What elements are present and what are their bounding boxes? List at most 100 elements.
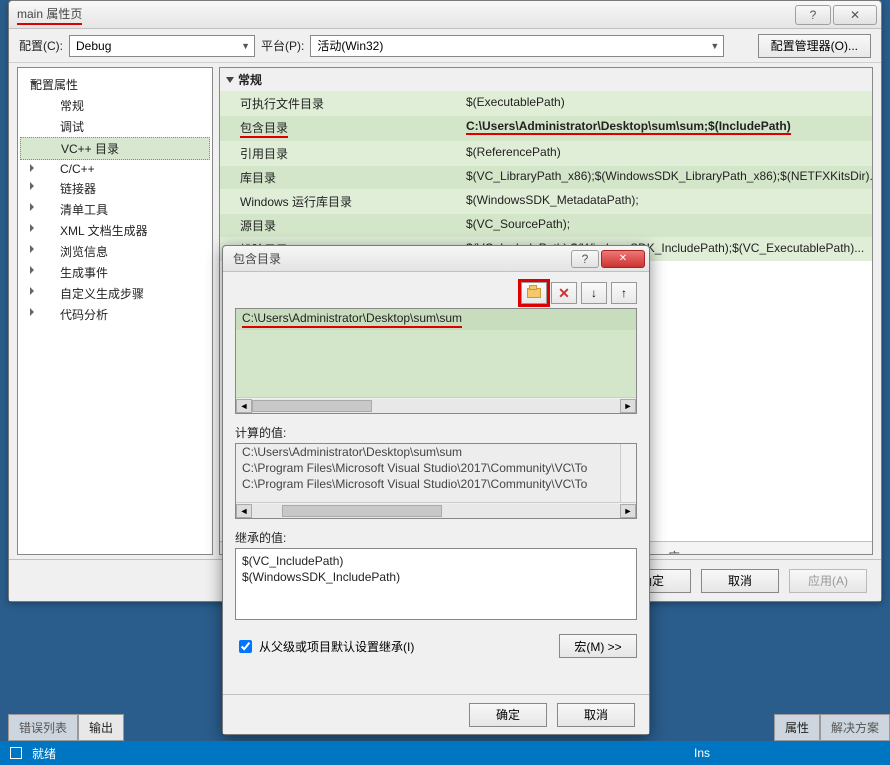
tree-item-debug[interactable]: 调试	[18, 116, 212, 137]
cancel-button[interactable]: 取消	[557, 703, 635, 727]
group-header[interactable]: 常规	[220, 68, 872, 91]
path-list-toolbar: ✕ ↓ ↑	[235, 282, 637, 304]
prop-value: C:\Users\Administrator\Desktop\sum\sum;$…	[462, 116, 872, 141]
tree-item-label: 生成事件	[60, 266, 108, 280]
platform-combo[interactable]: 活动(Win32) ▼	[310, 35, 724, 57]
prop-value: $(ReferencePath)	[462, 142, 872, 165]
tree-item-manifest[interactable]: 清单工具	[18, 199, 212, 220]
tab-error-list[interactable]: 错误列表	[8, 714, 78, 741]
scroll-left-button[interactable]: ◄	[236, 399, 252, 413]
prop-row-library-dirs[interactable]: 库目录 $(VC_LibraryPath_x86);$(WindowsSDK_L…	[220, 165, 872, 189]
scroll-thumb[interactable]	[252, 400, 372, 412]
vertical-scrollbar[interactable]	[620, 444, 636, 502]
prop-label: 包含目录	[220, 116, 462, 141]
folder-icon	[527, 288, 541, 298]
tab-output[interactable]: 输出	[78, 714, 124, 741]
prop-row-executable-dirs[interactable]: 可执行文件目录 $(ExecutablePath)	[220, 91, 872, 115]
macros-button[interactable]: 宏(M) >>	[559, 634, 637, 658]
sub-titlebar: 包含目录 ? ✕	[223, 246, 649, 272]
x-icon: ✕	[558, 285, 570, 302]
computed-row: C:\Program Files\Microsoft Visual Studio…	[236, 460, 636, 476]
titlebar-buttons: ? ✕	[795, 5, 877, 25]
prop-row-source-dirs[interactable]: 源目录 $(VC_SourcePath);	[220, 213, 872, 237]
chevron-right-icon	[30, 245, 34, 253]
tree-item-label: 浏览信息	[60, 245, 108, 259]
tree-item-browse[interactable]: 浏览信息	[18, 241, 212, 262]
platform-label: 平台(P):	[261, 37, 304, 54]
prop-label: Windows 运行库目录	[220, 190, 462, 213]
apply-button[interactable]: 应用(A)	[789, 569, 867, 593]
tree-item-cpp[interactable]: C/C++	[18, 160, 212, 178]
horizontal-scrollbar[interactable]: ◄ ►	[236, 397, 636, 413]
status-ready-text: 就绪	[32, 745, 56, 762]
tree-item-label: 常规	[60, 99, 84, 113]
move-down-button[interactable]: ↓	[581, 282, 607, 304]
tree-panel[interactable]: 配置属性 常规 调试 VC++ 目录 C/C++ 链接器 清单工具 XML 文档…	[17, 67, 213, 555]
new-line-button[interactable]	[521, 282, 547, 304]
prop-label: 可执行文件目录	[220, 92, 462, 115]
inherited-values-box: $(VC_IncludePath) $(WindowsSDK_IncludePa…	[235, 548, 637, 620]
cancel-button[interactable]: 取消	[701, 569, 779, 593]
prop-label: 库目录	[220, 166, 462, 189]
tree-item-label: 自定义生成步骤	[60, 287, 144, 301]
config-manager-button[interactable]: 配置管理器(O)...	[758, 34, 871, 58]
config-combo[interactable]: Debug ▼	[69, 35, 255, 57]
prop-row-reference-dirs[interactable]: 引用目录 $(ReferencePath)	[220, 141, 872, 165]
prop-label: 源目录	[220, 214, 462, 237]
prop-label: 引用目录	[220, 142, 462, 165]
scroll-thumb[interactable]	[282, 505, 442, 517]
tree-item-custom-build[interactable]: 自定义生成步骤	[18, 283, 212, 304]
prop-row-winrt-dirs[interactable]: Windows 运行库目录 $(WindowsSDK_MetadataPath)…	[220, 189, 872, 213]
tree-item-code-analysis[interactable]: 代码分析	[18, 304, 212, 325]
path-row[interactable]: C:\Users\Administrator\Desktop\sum\sum	[236, 309, 636, 330]
include-dirs-dialog: 包含目录 ? ✕ ✕ ↓ ↑ C:\Users\Administrator\De…	[222, 245, 650, 735]
prop-row-include-dirs[interactable]: 包含目录 C:\Users\Administrator\Desktop\sum\…	[220, 115, 872, 141]
tree-item-vcpp-dirs[interactable]: VC++ 目录	[20, 137, 210, 160]
close-button[interactable]: ✕	[601, 250, 645, 268]
help-button[interactable]: ?	[795, 5, 831, 25]
scroll-track[interactable]	[252, 504, 620, 518]
computed-row: C:\Program Files\Microsoft Visual Studio…	[236, 476, 636, 492]
chevron-right-icon	[30, 203, 34, 211]
chevron-right-icon	[30, 164, 34, 172]
arrow-up-icon: ↑	[621, 286, 627, 300]
tree-item-label: 链接器	[60, 182, 96, 196]
tree-item-linker[interactable]: 链接器	[18, 178, 212, 199]
tree-item-label: 调试	[60, 120, 84, 134]
help-button[interactable]: ?	[571, 250, 599, 268]
chevron-down-icon: ▼	[710, 41, 719, 51]
tree-item-label: VC++ 目录	[61, 142, 119, 156]
inherit-checkbox[interactable]	[239, 640, 252, 653]
inherit-checkbox-label[interactable]: 从父级或项目默认设置继承(I)	[235, 637, 414, 656]
bottom-tabs-left: 错误列表 输出	[8, 715, 124, 741]
move-up-button[interactable]: ↑	[611, 282, 637, 304]
prop-value: $(ExecutablePath)	[462, 92, 872, 115]
tree-item-xmldoc[interactable]: XML 文档生成器	[18, 220, 212, 241]
sub-title-text: 包含目录	[227, 250, 281, 267]
inherit-row: 从父级或项目默认设置继承(I) 宏(M) >>	[235, 634, 637, 658]
horizontal-scrollbar[interactable]: ◄ ►	[236, 502, 636, 518]
inherit-checkbox-text: 从父级或项目默认设置继承(I)	[259, 638, 414, 655]
tab-properties[interactable]: 属性	[774, 714, 820, 741]
close-button[interactable]: ✕	[833, 5, 877, 25]
platform-value: 活动(Win32)	[317, 37, 383, 54]
chevron-down-icon	[30, 81, 38, 86]
prop-value: $(VC_SourcePath);	[462, 214, 872, 237]
tree-item-build-events[interactable]: 生成事件	[18, 262, 212, 283]
tree-item-general[interactable]: 常规	[18, 95, 212, 116]
chevron-down-icon: ▼	[241, 41, 250, 51]
scroll-right-button[interactable]: ►	[620, 504, 636, 518]
scroll-left-button[interactable]: ◄	[236, 504, 252, 518]
tab-solution-explorer[interactable]: 解决方案	[820, 714, 890, 741]
chevron-right-icon	[30, 266, 34, 274]
scroll-right-button[interactable]: ►	[620, 399, 636, 413]
delete-line-button[interactable]: ✕	[551, 282, 577, 304]
ok-button[interactable]: 确定	[469, 703, 547, 727]
path-list[interactable]: C:\Users\Administrator\Desktop\sum\sum ◄…	[235, 308, 637, 414]
status-ins-text: Ins	[694, 746, 710, 760]
bottom-tabs-right: 属性 解决方案	[774, 714, 890, 741]
tree-item-label: 代码分析	[60, 308, 108, 322]
scroll-track[interactable]	[252, 399, 620, 413]
tree-root[interactable]: 配置属性	[18, 74, 212, 95]
prop-value: $(VC_LibraryPath_x86);$(WindowsSDK_Libra…	[462, 166, 872, 189]
